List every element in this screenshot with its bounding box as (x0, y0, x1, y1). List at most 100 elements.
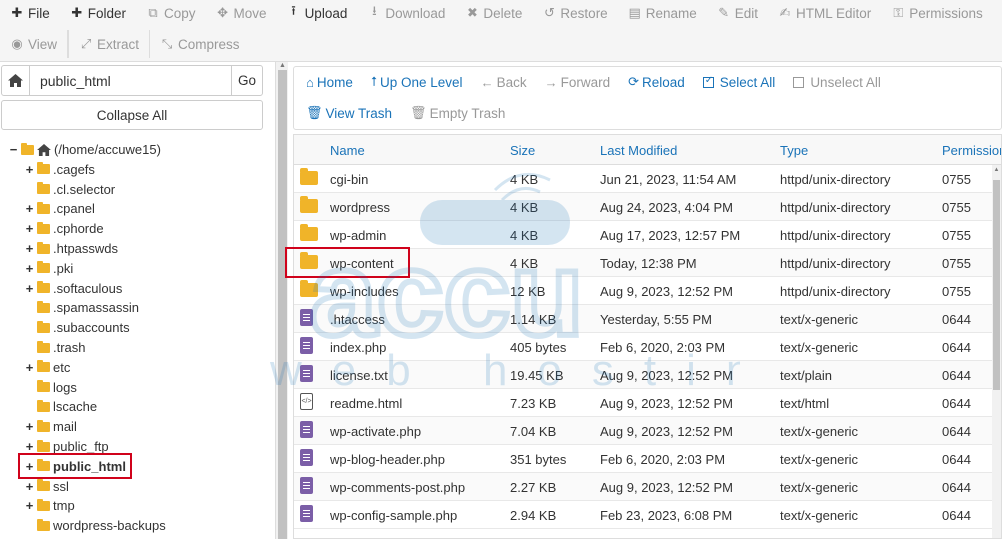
expand-icon[interactable]: + (24, 361, 35, 374)
tree-item-htpasswds[interactable]: + .htpasswds (24, 239, 118, 258)
select-all-button[interactable]: Select All (691, 75, 782, 90)
column-header-size[interactable]: Size (510, 143, 535, 158)
table-row[interactable]: wp-config-sample.php 2.94 KB Feb 23, 2023,… (294, 501, 1001, 529)
rename-button[interactable]: ▤ Rename (618, 0, 707, 26)
cell-modified: Aug 9, 2023, 12:52 PM (600, 424, 733, 439)
cell-name: cgi-bin (330, 172, 369, 187)
copy-button[interactable]: ⧉ Copy (136, 0, 206, 26)
tree-item-wordpress-backups[interactable]: wordpress-backups (24, 516, 166, 535)
expand-icon[interactable]: + (24, 163, 35, 176)
tree-item-lscache[interactable]: lscache (24, 397, 97, 416)
cell-name: license.txt (330, 368, 388, 383)
column-header-last-modified[interactable]: Last Modified (600, 143, 677, 158)
path-input[interactable] (29, 66, 231, 95)
table-row[interactable]: wp-comments-post.php 2.27 KB Aug 9, 2023, … (294, 473, 1001, 501)
up-one-level-button[interactable]: ⭡ Up One Level (359, 74, 469, 90)
expand-icon[interactable]: + (24, 440, 35, 453)
tree-item-cpanel[interactable]: + .cpanel (24, 199, 95, 218)
cell-name: wp-comments-post.php (330, 480, 466, 495)
column-header-type[interactable]: Type (780, 143, 808, 158)
document-icon (300, 477, 313, 494)
cell-modified: Jun 21, 2023, 11:54 AM (600, 172, 737, 187)
view-button[interactable]: ◉ View (0, 31, 67, 57)
tree-item-trash[interactable]: .trash (24, 338, 86, 357)
tree-item-spamassassin[interactable]: .spamassassin (24, 298, 139, 317)
tree-item-label: .trash (53, 340, 86, 355)
table-row[interactable]: wp-blog-header.php 351 bytes Feb 6, 2020, … (294, 445, 1001, 473)
table-row[interactable]: license.txt 19.45 KB Aug 9, 2023, 12:52 PM… (294, 361, 1001, 389)
table-row[interactable]: wp-activate.php 7.04 KB Aug 9, 2023, 12:52… (294, 417, 1001, 445)
view-trash-button[interactable]: 🗑 View Trash (294, 105, 398, 121)
unselect-all-button[interactable]: Unselect All (781, 75, 887, 90)
delete-button[interactable]: ✖ Delete (455, 0, 532, 26)
reload-button[interactable]: ⟳ Reload (616, 74, 691, 90)
expand-icon[interactable]: + (24, 420, 35, 433)
tree-item-mail[interactable]: + mail (24, 417, 77, 436)
home-button[interactable]: ⌂ Home (294, 75, 359, 90)
expand-icon[interactable]: + (24, 262, 35, 275)
tree-item-ssl[interactable]: + ssl (24, 477, 69, 496)
extract-button[interactable]: ⤢ Extract (69, 31, 149, 57)
home-icon[interactable] (2, 66, 30, 95)
file-list-panel: ⌂Home⭡Up One Level←Back→Forward⟳ReloadSe… (285, 62, 1002, 539)
tree-item-label: .pki (53, 260, 74, 276)
table-row[interactable]: wp-admin 4 KB Aug 17, 2023, 12:57 PM httpd/… (294, 221, 1001, 249)
tree-item-label: .cagefs (53, 161, 95, 177)
table-scrollbar[interactable]: ▲ (992, 165, 1001, 538)
table-row[interactable]: wordpress 4 KB Aug 24, 2023, 4:04 PM httpd/… (294, 193, 1001, 221)
expand-icon[interactable]: + (24, 202, 35, 215)
expand-icon[interactable]: + (24, 480, 35, 493)
html-editor-button[interactable]: ✍ HTML Editor (768, 0, 881, 26)
folder-button[interactable]: ✚ Folder (60, 0, 136, 26)
collapse-toggle-icon[interactable]: − (8, 143, 19, 156)
table-row[interactable]: </> readme.html 7.23 KB Aug 9, 2023, 12:52 … (294, 389, 1001, 417)
expand-icon[interactable]: + (24, 499, 35, 512)
edit-button[interactable]: ✎ Edit (707, 0, 768, 26)
file-button[interactable]: ✚ File (0, 0, 60, 26)
expand-icon[interactable]: + (24, 282, 35, 295)
collapse-all-button[interactable]: Collapse All (1, 100, 263, 130)
column-header-name[interactable]: Name (330, 143, 365, 158)
tree-item-softaculous[interactable]: + .softaculous (24, 279, 123, 298)
tree-item-cagefs[interactable]: + .cagefs (24, 160, 95, 179)
cell-type: text/x-generic (780, 508, 859, 523)
compress-button[interactable]: ⤡ Compress (150, 31, 250, 57)
tree-item-cl-selector[interactable]: .cl.selector (24, 180, 115, 199)
permissions-button[interactable]: ⚿ Permissions (881, 0, 993, 26)
checkbox-checked-icon (702, 75, 714, 88)
folder-icon (37, 518, 50, 531)
upload-button[interactable]: ⭱ Upload (277, 0, 358, 26)
empty-trash-button[interactable]: 🗑 Empty Trash (398, 105, 511, 121)
tree-item-logs[interactable]: logs (24, 378, 77, 397)
folder-icon (37, 320, 50, 333)
delete-label: Delete (483, 5, 523, 21)
tree-item-tmp[interactable]: + tmp (24, 496, 75, 515)
move-button[interactable]: ✥ Move (206, 0, 277, 26)
folder-icon (37, 162, 50, 175)
column-header-permission[interactable]: Permission (942, 143, 1001, 158)
expand-icon[interactable]: + (24, 242, 35, 255)
restore-button[interactable]: ↺ Restore (532, 0, 617, 26)
table-row[interactable]: index.php 405 bytes Feb 6, 2020, 2:03 PM te… (294, 333, 1001, 361)
forward-button[interactable]: → Forward (533, 75, 617, 90)
scrollbar-thumb[interactable] (993, 180, 1000, 390)
back-button[interactable]: ← Back (469, 75, 533, 90)
expand-icon[interactable]: + (24, 222, 35, 235)
upload-label: Upload (304, 5, 348, 21)
tree-item-subaccounts[interactable]: .subaccounts (24, 318, 130, 337)
panel-scrollbar[interactable]: ▲ (275, 62, 288, 539)
go-button[interactable]: Go (230, 66, 262, 95)
tree-item-etc[interactable]: + etc (24, 358, 71, 377)
tree-item-label: .cl.selector (53, 181, 116, 197)
table-row[interactable]: wp-includes 12 KB Aug 9, 2023, 12:52 PM htt… (294, 277, 1001, 305)
tree-item-cphorde[interactable]: + .cphorde (24, 219, 104, 238)
tree-root[interactable]: − (/home/accuwe15) (8, 140, 161, 159)
table-row[interactable]: .htaccess 1.14 KB Yesterday, 5:55 PM text/x… (294, 305, 1001, 333)
scroll-up-icon[interactable]: ▲ (278, 62, 287, 70)
table-row[interactable]: cgi-bin 4 KB Jun 21, 2023, 11:54 AM httpd/u… (294, 165, 1001, 193)
download-button[interactable]: ⭳ Download (357, 0, 455, 26)
tree-item-pki[interactable]: + .pki (24, 259, 74, 278)
scroll-up-icon[interactable]: ▲ (992, 167, 1001, 173)
move-icon: ✥ (217, 5, 228, 20)
scrollbar-thumb[interactable] (278, 70, 287, 539)
